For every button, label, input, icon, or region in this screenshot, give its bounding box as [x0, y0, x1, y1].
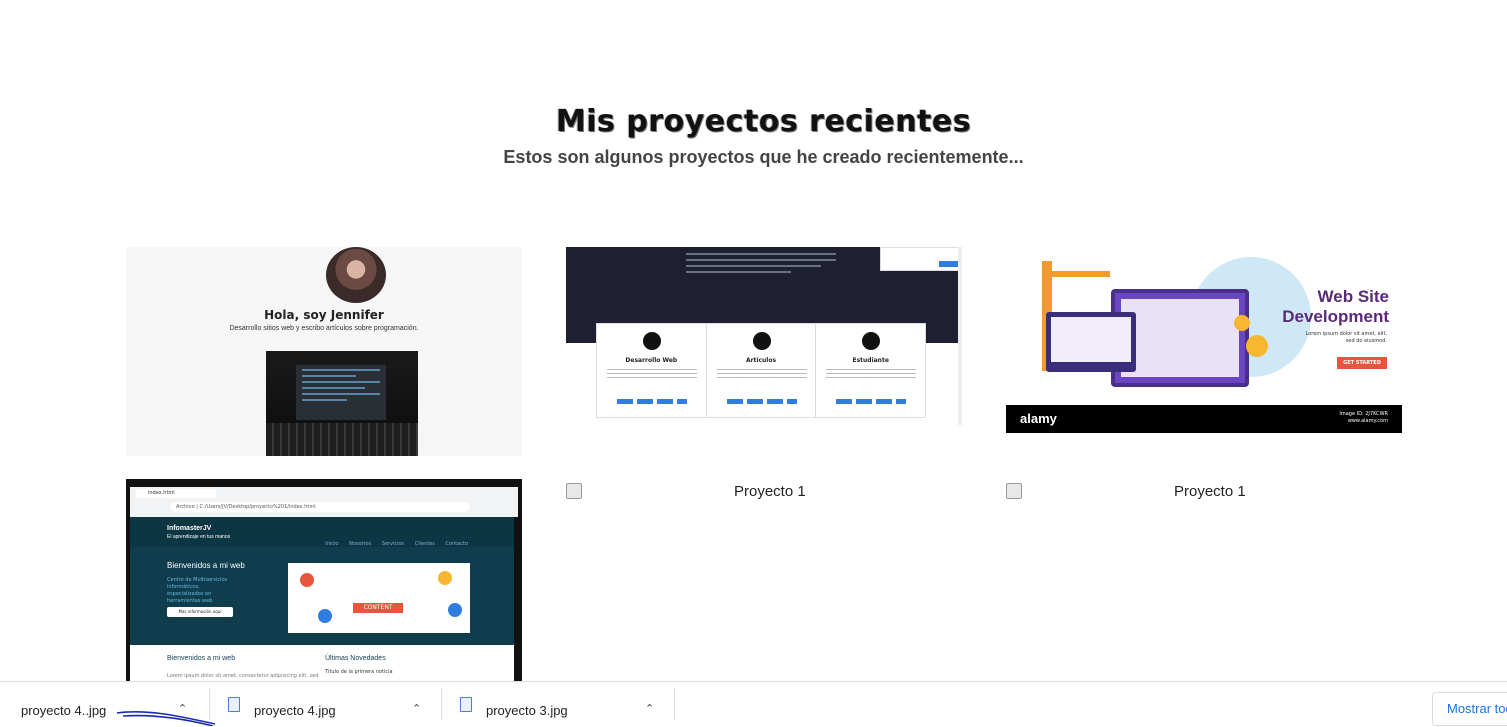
site-nav: Inicio Nosotros Servicios Clientes Conta… — [325, 541, 468, 547]
lower-right-text: Título de la primera noticia — [325, 669, 393, 675]
site-lower: Bienvenidos a mi web Últimas Novedades L… — [130, 645, 514, 684]
more-info-button: Mas información aqui — [167, 607, 233, 617]
feature-label: Desarrollo Web — [625, 357, 678, 364]
modal-box — [880, 247, 962, 271]
alamy-bar: alamy Image ID: 2J7KCWR www.alamy.com — [1006, 405, 1402, 433]
avatar — [326, 247, 386, 303]
broken-image-icon — [1006, 483, 1022, 499]
site-welcome: Bienvenidos a mi web — [167, 561, 245, 570]
section-subtitle: Estos son algunos proyectos que he cread… — [503, 147, 1024, 167]
download-bar: proyecto 4..jpg ⌃ proyecto 4.jpg ⌃ proye… — [0, 681, 1507, 727]
address-bar: Archivo | C:/Users/JV/Desktop/proyecto%2… — [170, 502, 470, 512]
content-illustration: CONTENT — [288, 563, 470, 633]
file-icon — [460, 697, 472, 712]
browser-tab: index.html — [136, 489, 216, 498]
lower-left-heading: Bienvenidos a mi web — [167, 655, 236, 662]
site-screenshot: InfomasterJV El aprendizaje en tus manos… — [130, 517, 514, 645]
feature-grid: Desarrollo Web Artículos Estudiante — [596, 323, 926, 418]
project-card-5[interactable]: Proyecto 1 — [566, 479, 962, 509]
gear-icon — [1234, 315, 1250, 331]
web-dev-illustration: Web Site Development Lorem ipsum dolor s… — [1006, 247, 1402, 405]
chevron-up-icon[interactable]: ⌃ — [412, 702, 421, 715]
lower-right-heading: Últimas Novedades — [325, 655, 386, 662]
download-item[interactable]: proyecto 4.jpg ⌃ — [210, 682, 442, 727]
download-filename: proyecto 4.jpg — [254, 703, 336, 718]
section-title: Mis proyectos recientes — [555, 104, 972, 140]
chevron-up-icon[interactable]: ⌃ — [645, 702, 654, 715]
lorem-text: Lorem ipsum dolor sit amet, elit, sed do… — [1305, 331, 1387, 344]
show-all-button[interactable]: Mostrar todo — [1432, 692, 1507, 726]
project-card-1[interactable]: Hola, soy Jennifer Desarrollo sitios web… — [126, 247, 522, 456]
download-item[interactable]: proyecto 3.jpg ⌃ — [442, 682, 675, 727]
project-card-2[interactable]: Desarrollo Web Artículos Estudiante — [566, 247, 962, 425]
browser-chrome: index.html Archivo | C:/Users/JV/Desktop… — [130, 487, 518, 517]
broken-image-icon — [566, 483, 582, 499]
project-1-text: Desarrollo sitios web y escribo artículo… — [229, 325, 419, 332]
lower-left-text: Lorem ipsum dolor sit amet, consectetur … — [167, 673, 319, 679]
web-site-development-heading: Web Site Development — [1282, 287, 1389, 326]
laptop-image — [266, 351, 418, 456]
get-started-button: GET STARTED — [1337, 357, 1387, 369]
scribble-mark — [116, 710, 216, 726]
project-card-4[interactable]: index.html Archivo | C:/Users/JV/Desktop… — [126, 479, 522, 684]
site-welcome-text: Centro de Multiservicios informáticos, e… — [167, 577, 228, 604]
download-filename: proyecto 3.jpg — [486, 703, 568, 718]
download-filename: proyecto 4..jpg — [21, 703, 107, 718]
alamy-logo: alamy — [1020, 411, 1057, 426]
image-alt-text: Proyecto 1 — [734, 483, 806, 500]
feature-label: Artículos — [745, 357, 777, 364]
feature-col: Artículos — [707, 324, 817, 417]
monitor-icon — [862, 332, 881, 350]
content-label: CONTENT — [353, 603, 403, 613]
gear-icon — [1246, 335, 1268, 357]
project-card-3[interactable]: Web Site Development Lorem ipsum dolor s… — [1006, 247, 1402, 433]
feature-col: Estudiante — [816, 324, 925, 417]
laptop-icon — [1046, 312, 1136, 372]
project-1-heading: Hola, soy Jennifer — [264, 308, 384, 322]
monitor-icon — [752, 332, 771, 350]
file-icon — [228, 697, 240, 712]
image-id: Image ID: 2J7KCWR www.alamy.com — [1339, 411, 1388, 424]
feature-col: Desarrollo Web — [597, 324, 707, 417]
monitor-icon — [643, 332, 661, 350]
feature-label: Estudiante — [852, 357, 889, 364]
image-alt-text: Proyecto 1 — [1174, 483, 1246, 500]
scrollbar — [958, 247, 962, 425]
project-card-6[interactable]: Proyecto 1 — [1006, 479, 1402, 509]
site-brand: InfomasterJV El aprendizaje en tus manos — [167, 525, 231, 540]
